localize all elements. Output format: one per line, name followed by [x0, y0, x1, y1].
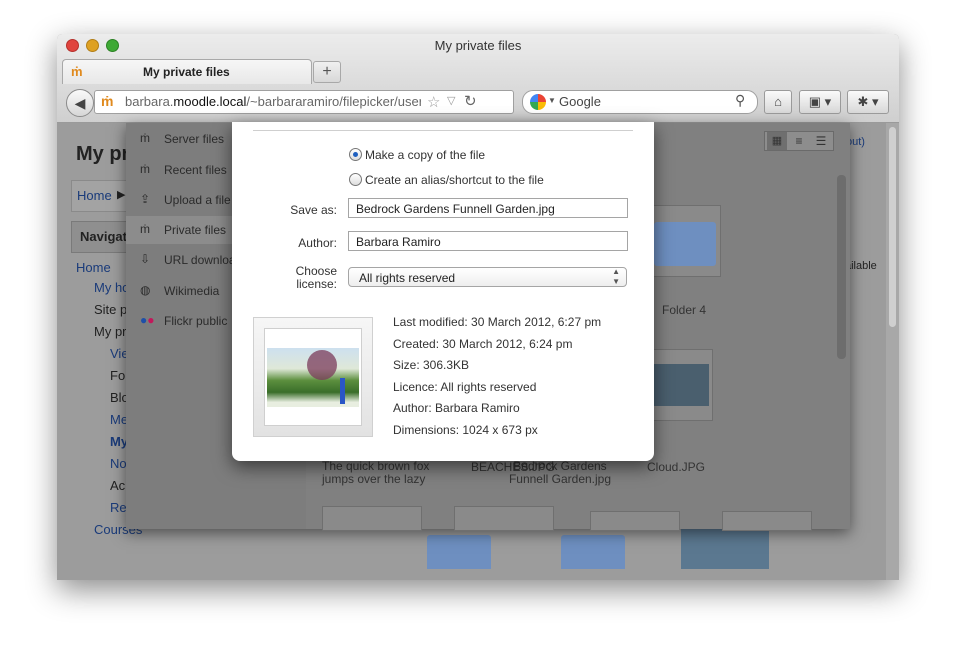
- file-thumbnail[interactable]: [722, 511, 812, 531]
- folder-icon[interactable]: [561, 535, 625, 569]
- chevron-down-icon: ▼: [548, 96, 556, 105]
- view-switcher: ▦ ≡ ☰: [764, 131, 834, 151]
- save-as-input[interactable]: Bedrock Gardens Funnell Garden.jpg: [348, 198, 628, 218]
- author-label: Author:: [298, 236, 337, 250]
- save-as-label: Save as:: [290, 203, 337, 217]
- license-select-value: All rights reserved: [359, 271, 456, 285]
- back-icon: ◀: [74, 95, 86, 111]
- file-thumbnail[interactable]: [454, 506, 554, 531]
- back-button[interactable]: ◀: [66, 89, 94, 117]
- meta-last-modified: Last modified: 30 March 2012, 6:27 pm: [393, 315, 602, 329]
- search-icon[interactable]: ⚲: [735, 92, 745, 109]
- vertical-scrollbar-thumb[interactable]: [889, 127, 896, 327]
- nav-item[interactable]: Fo: [110, 368, 125, 383]
- copy-file-label: Make a copy of the file: [365, 148, 486, 162]
- vertical-scrollbar-track: [886, 123, 899, 580]
- page-title: My pr: [76, 143, 130, 165]
- moodle-icon: ṁ: [140, 131, 150, 145]
- browser-tab[interactable]: ṁ My private files: [62, 59, 312, 84]
- image-thumbnail[interactable]: [681, 528, 769, 569]
- breadcrumb-separator-icon: ▶: [117, 189, 126, 201]
- flickr-icon: ●●: [140, 313, 155, 327]
- author-input[interactable]: Barbara Ramiro: [348, 231, 628, 251]
- moodle-favicon-icon: ṁ: [71, 64, 83, 79]
- navigation-block-title: Navigat: [80, 229, 127, 244]
- nav-item[interactable]: No: [110, 456, 127, 471]
- tab-title: My private files: [143, 65, 230, 79]
- address-bar[interactable]: ṁ barbara.moodle.local/~barbararamiro/fi…: [94, 90, 514, 114]
- bookmark-star-icon[interactable]: ☆: [427, 93, 440, 111]
- folder-thumbnail[interactable]: [649, 205, 721, 277]
- file-name[interactable]: Bedrock Gardens Funnell Garden.jpg: [500, 460, 620, 486]
- repository-label: URL downloader: [164, 253, 232, 267]
- google-icon: [530, 94, 546, 110]
- moodle-favicon-icon: ṁ: [101, 93, 114, 109]
- folder-icon: [654, 222, 716, 266]
- window-title: My private files: [434, 38, 522, 53]
- moodle-icon: ṁ: [140, 162, 150, 176]
- moodle-icon: ṁ: [140, 222, 150, 236]
- breadcrumb-home-link[interactable]: Home: [77, 188, 112, 203]
- alias-file-radio[interactable]: [349, 173, 362, 186]
- picker-scrollbar-thumb[interactable]: [837, 175, 846, 359]
- plugins-button[interactable]: ✱ ▾: [847, 90, 889, 114]
- meta-licence: Licence: All rights reserved: [393, 380, 537, 394]
- folder-icon[interactable]: [427, 535, 491, 569]
- cloud-image: [645, 364, 709, 406]
- nav-item[interactable]: Re: [110, 500, 127, 515]
- nav-home-link[interactable]: Home: [76, 260, 111, 275]
- alias-file-label: Create an alias/shortcut to the file: [365, 173, 544, 187]
- plugins-icon: ✱ ▾: [857, 94, 879, 109]
- garden-sculpture: [340, 378, 345, 404]
- select-arrows-icon: ▲ ▼: [612, 267, 620, 286]
- preview-card: [264, 328, 362, 426]
- bookmarks-icon: ▣ ▾: [808, 94, 832, 109]
- divider: [253, 130, 633, 131]
- url-download-icon: ⇩: [140, 252, 151, 266]
- meta-created: Created: 30 March 2012, 6:24 pm: [393, 337, 573, 351]
- meta-size: Size: 306.3KB: [393, 358, 470, 372]
- new-tab-button[interactable]: +: [313, 61, 341, 83]
- file-thumbnail[interactable]: [322, 506, 422, 531]
- meta-author: Author: Barbara Ramiro: [393, 401, 520, 415]
- license-label: Choose license:: [295, 264, 337, 291]
- license-select[interactable]: All rights reserved ▲ ▼: [348, 267, 627, 287]
- copy-file-radio[interactable]: [349, 148, 362, 161]
- reload-icon[interactable]: ↻: [464, 92, 477, 110]
- file-name[interactable]: Cloud.JPG: [616, 460, 736, 474]
- upload-icon: ⇪: [140, 192, 151, 206]
- history-dropdown-icon[interactable]: ▽: [447, 94, 455, 107]
- folder-edge: [772, 197, 778, 251]
- preview-frame: [253, 317, 373, 437]
- nav-my-profile[interactable]: My pr: [94, 324, 127, 339]
- nav-item[interactable]: Ac: [110, 478, 125, 493]
- file-select-dialog: Make a copy of the file Create an alias/…: [232, 122, 654, 461]
- file-thumbnail[interactable]: [590, 511, 680, 531]
- image-preview: [267, 348, 359, 407]
- meta-dimensions: Dimensions: 1024 x 673 px: [393, 423, 538, 437]
- nav-my-home[interactable]: My ho: [94, 280, 129, 295]
- search-bar[interactable]: ▼ Google ⚲: [522, 90, 758, 114]
- home-button[interactable]: ⌂: [764, 90, 792, 114]
- garden-flowers: [307, 350, 337, 380]
- home-icon: ⌂: [774, 94, 782, 109]
- nav-site-pages[interactable]: Site p: [94, 302, 127, 317]
- file-name[interactable]: The quick brown fox jumps over the lazy: [322, 460, 432, 486]
- url-text[interactable]: barbara.moodle.local/~barbararamiro/file…: [125, 94, 421, 109]
- search-input[interactable]: Google: [559, 94, 601, 109]
- icon-view-icon[interactable]: ▦: [767, 132, 787, 150]
- list-view-icon[interactable]: ≡: [789, 132, 809, 150]
- bookmarks-button[interactable]: ▣ ▾: [799, 90, 841, 114]
- wikimedia-icon: ◍: [140, 283, 151, 297]
- tree-view-icon[interactable]: ☰: [811, 132, 831, 150]
- title-bar: My private files ṁ My private files + ◀ …: [57, 34, 899, 123]
